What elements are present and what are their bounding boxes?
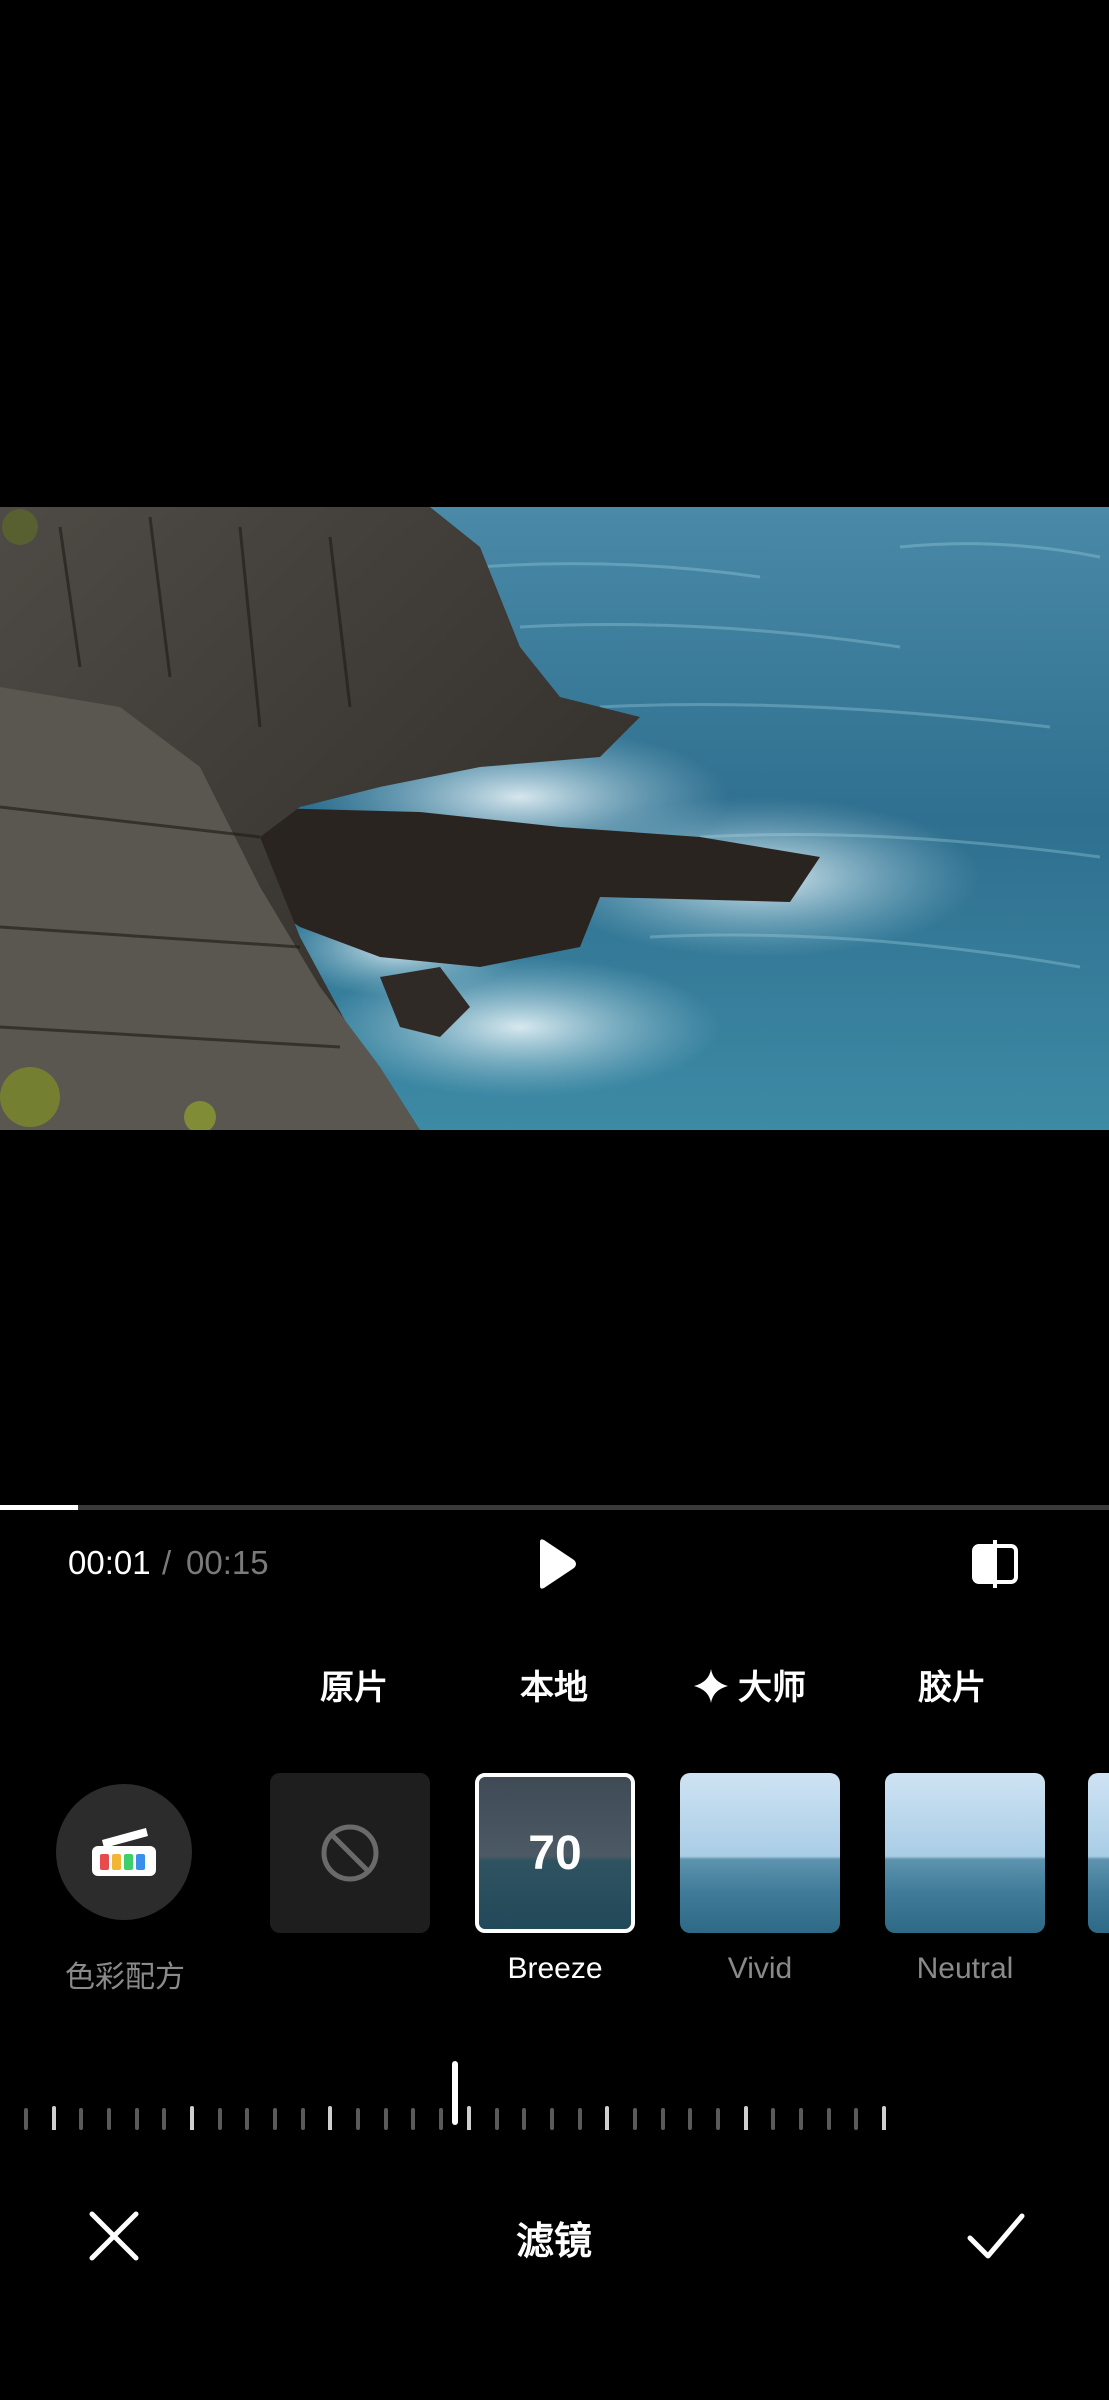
sparkle-icon	[694, 1669, 728, 1703]
check-icon	[967, 2213, 1025, 2259]
color-recipe-label: 色彩配方	[65, 1961, 185, 1994]
page-title: 滤镜	[515, 2221, 592, 2263]
tab-master[interactable]: 大师	[692, 1660, 806, 1709]
filter-vivid[interactable]	[680, 1773, 840, 1933]
playback-progress-fill	[0, 1505, 78, 1510]
video-frame[interactable]	[0, 507, 1109, 1130]
filter-neutral[interactable]	[885, 1773, 1045, 1933]
none-icon	[321, 1824, 379, 1882]
tab-master-label: 大师	[738, 1669, 806, 1707]
playback-controls: 00:01 / 00:15	[0, 1520, 1109, 1606]
current-time: 00:01	[68, 1544, 151, 1581]
filter-label-vivid: Vivid	[727, 1952, 793, 1985]
playback-progress-bar[interactable]	[0, 1505, 1109, 1510]
filter-category-tabs: 原片 本地 大师 胶片	[0, 1660, 1109, 1720]
filter-intensity-value: 70	[528, 1826, 582, 1880]
color-recipe-button[interactable]	[56, 1784, 192, 1920]
filter-breeze[interactable]: 70	[475, 1773, 635, 1933]
filter-label-breeze: Breeze	[507, 1952, 603, 1985]
intensity-slider[interactable]	[0, 2060, 1109, 2132]
tab-film[interactable]: 胶片	[918, 1660, 986, 1709]
tab-original[interactable]: 原片	[320, 1660, 388, 1709]
compare-button[interactable]	[968, 1538, 1024, 1590]
filter-next-partial[interactable]	[1088, 1773, 1109, 1933]
slider-ticks	[24, 2061, 886, 2132]
video-preview-area[interactable]	[0, 0, 1109, 1505]
filter-label-neutral: Neutral	[916, 1952, 1014, 1985]
cancel-button[interactable]	[84, 2206, 144, 2266]
play-button[interactable]	[524, 1536, 584, 1592]
total-time: 00:15	[186, 1544, 269, 1581]
tab-local[interactable]: 本地	[520, 1660, 588, 1709]
time-separator: /	[162, 1544, 172, 1581]
compare-icon	[972, 1540, 1018, 1588]
coastal-cliff-image	[0, 507, 1109, 1130]
play-icon	[540, 1539, 576, 1589]
bottom-bar: 滤镜	[0, 2190, 1109, 2280]
close-icon	[89, 2211, 139, 2261]
filter-none[interactable]	[270, 1773, 430, 1933]
color-palette-icon	[92, 1828, 156, 1876]
confirm-button[interactable]	[964, 2206, 1028, 2266]
